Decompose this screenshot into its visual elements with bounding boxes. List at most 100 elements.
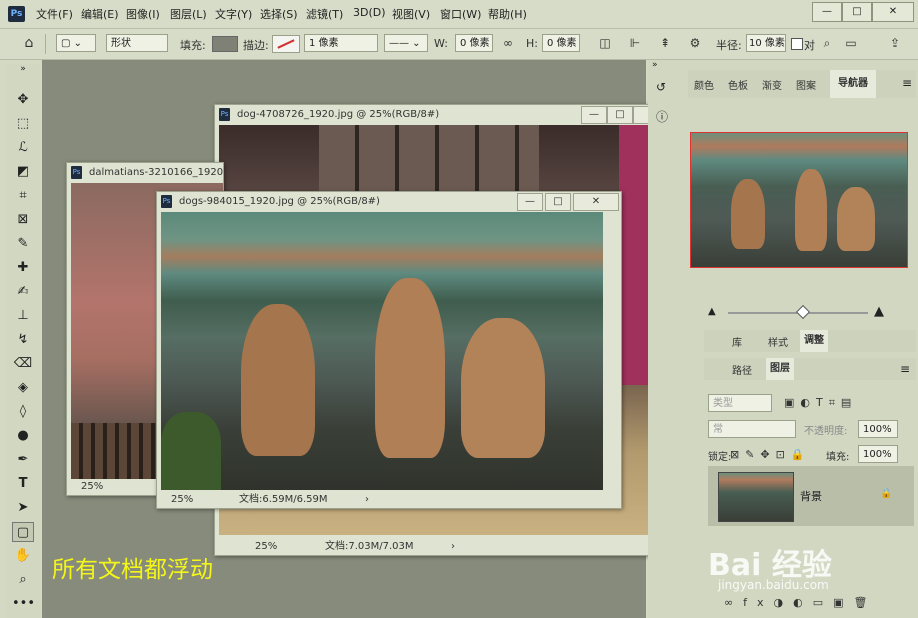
shape-preset-picker[interactable]: ▢ ⌄ — [56, 34, 96, 52]
eraser-tool-icon[interactable]: ⌫ — [12, 354, 34, 374]
restore-button[interactable]: □ — [842, 2, 872, 22]
menu-type[interactable]: 文字(Y) — [215, 6, 252, 22]
doc-close-button[interactable]: ✕ — [573, 193, 619, 211]
menu-3d[interactable]: 3D(D) — [353, 6, 386, 19]
history-icon[interactable]: ↺ — [656, 80, 666, 94]
navigator-preview[interactable] — [690, 132, 908, 268]
hand-tool-icon[interactable]: ✋ — [12, 546, 34, 566]
fill-input[interactable]: 100% — [858, 445, 898, 463]
layer-row-background[interactable]: 背景 🔒 — [708, 466, 914, 526]
dodge-tool-icon[interactable]: ● — [12, 426, 34, 446]
crop-tool-icon[interactable]: ⌗ — [12, 186, 34, 206]
fill-swatch[interactable] — [212, 36, 238, 52]
stamp-tool-icon[interactable]: ⊥ — [12, 306, 34, 326]
lock-icons[interactable]: ⊠✎✥⊡🔒 — [730, 448, 811, 461]
healing-tool-icon[interactable]: ✚ — [12, 258, 34, 278]
panel-menu-icon[interactable]: ≡ — [900, 362, 910, 376]
lasso-tool-icon[interactable]: ℒ — [12, 138, 34, 158]
frame-tool-icon[interactable]: ⊠ — [12, 210, 34, 230]
tab-navigator[interactable]: 导航器 — [830, 70, 876, 98]
brush-tool-icon[interactable]: ✍ — [12, 282, 34, 302]
gear-icon[interactable]: ⚙ — [688, 36, 702, 50]
navigator-zoom-slider[interactable] — [728, 304, 868, 320]
quick-select-tool-icon[interactable]: ◩ — [12, 162, 34, 182]
tab-adjustments[interactable]: 调整 — [800, 330, 828, 352]
doc-restore-button[interactable]: □ — [607, 106, 633, 124]
menu-file[interactable]: 文件(F) — [36, 6, 73, 22]
doc-minimize-button[interactable]: — — [581, 106, 607, 124]
collapse-icon[interactable]: » — [652, 60, 662, 70]
collapse-icon[interactable]: » — [12, 64, 34, 74]
tab-swatches[interactable]: 色板 — [728, 77, 748, 92]
path-arrangement-icon[interactable]: ⇞ — [658, 36, 672, 50]
mode-select[interactable]: 形状 — [106, 34, 168, 52]
workspace-icon[interactable]: ▭ — [844, 36, 858, 50]
layer-kind-filter[interactable]: 类型 — [708, 394, 772, 412]
rectangle-tool-icon[interactable]: ▢ — [12, 522, 34, 542]
history-brush-tool-icon[interactable]: ↯ — [12, 330, 34, 350]
path-select-tool-icon[interactable]: ➤ — [12, 498, 34, 518]
stroke-width-field[interactable]: 1 像素 — [304, 34, 378, 52]
menu-help[interactable]: 帮助(H) — [488, 6, 527, 22]
tab-gradients[interactable]: 渐变 — [762, 77, 782, 92]
panel-menu-icon[interactable]: ≡ — [902, 76, 912, 90]
type-tool-icon[interactable]: T — [12, 474, 34, 494]
width-input[interactable]: 0 像素 — [455, 34, 493, 52]
blend-mode-select[interactable]: 常 — [708, 420, 796, 438]
zoom-in-icon[interactable]: ▲ — [874, 304, 884, 319]
pen-tool-icon[interactable]: ✒ — [12, 450, 34, 470]
stroke-swatch[interactable] — [272, 35, 300, 53]
link-icon[interactable]: ∞ — [501, 36, 515, 50]
tab-layers[interactable]: 图层 — [766, 358, 794, 380]
menu-layer[interactable]: 图层(L) — [170, 6, 207, 22]
height-input[interactable]: 0 像素 — [542, 34, 580, 52]
slider-thumb[interactable] — [795, 304, 811, 320]
zoom-out-icon[interactable]: ▲ — [708, 306, 716, 317]
menu-image[interactable]: 图像(I) — [126, 6, 160, 22]
menu-filter[interactable]: 滤镜(T) — [306, 6, 343, 22]
blur-tool-icon[interactable]: ◊ — [12, 402, 34, 422]
paint-bucket-tool-icon[interactable]: ◈ — [12, 378, 34, 398]
tab-patterns[interactable]: 图案 — [796, 77, 816, 92]
menu-window[interactable]: 窗口(W) — [440, 6, 481, 22]
path-alignment-icon[interactable]: ⊩ — [628, 36, 642, 50]
tab-color[interactable]: 颜色 — [694, 77, 714, 92]
document-title-bar[interactable]: Ps dog-4708726_1920.jpg @ 25%(RGB/8#) — … — [215, 105, 687, 125]
zoom-tool-icon[interactable]: ⌕ — [12, 570, 34, 590]
close-button[interactable]: ✕ — [872, 2, 914, 22]
doc-minimize-button[interactable]: — — [517, 193, 543, 211]
status-arrow-icon[interactable]: › — [451, 539, 455, 555]
radius-input[interactable]: 10 像素 — [746, 34, 786, 52]
share-icon[interactable]: ⇪ — [888, 36, 902, 50]
status-arrow-icon[interactable]: › — [365, 492, 369, 508]
document-title-bar[interactable]: Ps dogs-984015_1920.jpg @ 25%(RGB/8#) — … — [157, 192, 621, 212]
ps-doc-icon: Ps — [219, 108, 230, 121]
menu-edit[interactable]: 编辑(E) — [81, 6, 119, 22]
path-operations-icon[interactable]: ◫ — [598, 36, 612, 50]
move-tool-icon[interactable]: ✥ — [12, 90, 34, 110]
ps-doc-icon: Ps — [161, 195, 172, 208]
marquee-tool-icon[interactable]: ⬚ — [12, 114, 34, 134]
layer-filter-icons[interactable]: ▣◐T⌗▤ — [784, 396, 857, 410]
opacity-input[interactable]: 100% — [858, 420, 898, 438]
zoom-level[interactable]: 25% — [81, 479, 103, 495]
tab-styles[interactable]: 样式 — [768, 334, 788, 349]
home-icon[interactable]: ⌂ — [22, 36, 36, 50]
tab-paths[interactable]: 路径 — [732, 362, 752, 377]
menu-select[interactable]: 选择(S) — [260, 6, 298, 22]
more-tools-icon[interactable]: ••• — [12, 594, 35, 614]
eyedropper-tool-icon[interactable]: ✎ — [12, 234, 34, 254]
zoom-level[interactable]: 25% — [171, 492, 193, 508]
document-title-bar[interactable]: Ps dalmatians-3210166_1920 — [67, 163, 223, 183]
align-edges-checkbox[interactable] — [791, 38, 803, 50]
stroke-type-select[interactable]: —— ⌄ — [384, 34, 428, 52]
doc-restore-button[interactable]: □ — [545, 193, 571, 211]
menu-view[interactable]: 视图(V) — [392, 6, 430, 22]
minimize-button[interactable]: — — [812, 2, 842, 22]
search-icon[interactable]: ⌕ — [820, 36, 834, 50]
info-icon[interactable]: ⓘ — [656, 108, 668, 125]
tab-libraries[interactable]: 库 — [732, 334, 742, 349]
document-window-dogs[interactable]: Ps dogs-984015_1920.jpg @ 25%(RGB/8#) — … — [156, 191, 622, 509]
layers-bottom-icons[interactable]: ∞fx◑◐▭▣🗑 — [724, 596, 878, 609]
zoom-level[interactable]: 25% — [255, 539, 277, 555]
